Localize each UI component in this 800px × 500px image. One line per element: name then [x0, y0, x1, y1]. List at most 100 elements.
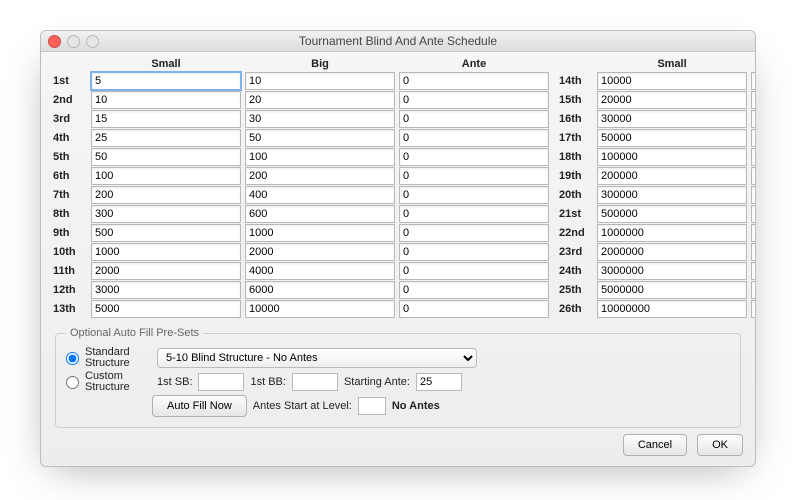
- level-row: 17th: [559, 129, 756, 147]
- ante-input[interactable]: [399, 281, 549, 299]
- small-input[interactable]: [597, 110, 747, 128]
- big-input[interactable]: [751, 243, 756, 261]
- ante-input[interactable]: [399, 224, 549, 242]
- big-input[interactable]: [245, 110, 395, 128]
- big-input[interactable]: [245, 205, 395, 223]
- level-row: 8th: [53, 205, 551, 223]
- big-input[interactable]: [245, 262, 395, 280]
- first-sb-input[interactable]: [198, 373, 244, 391]
- small-input[interactable]: [91, 129, 241, 147]
- small-input[interactable]: [597, 262, 747, 280]
- standard-structure-radio[interactable]: [66, 352, 79, 365]
- ante-input[interactable]: [399, 243, 549, 261]
- ante-input[interactable]: [399, 91, 549, 109]
- minimize-icon[interactable]: [67, 35, 80, 48]
- small-input[interactable]: [91, 110, 241, 128]
- big-input[interactable]: [245, 300, 395, 318]
- first-bb-label: 1st BB:: [250, 376, 285, 388]
- cancel-button[interactable]: Cancel: [623, 434, 687, 456]
- level-label: 6th: [53, 170, 89, 182]
- small-input[interactable]: [91, 72, 241, 90]
- big-input[interactable]: [245, 224, 395, 242]
- big-input[interactable]: [751, 224, 756, 242]
- small-input[interactable]: [91, 281, 241, 299]
- small-input[interactable]: [91, 205, 241, 223]
- level-label: 22nd: [559, 227, 595, 239]
- small-input[interactable]: [597, 205, 747, 223]
- big-input[interactable]: [751, 186, 756, 204]
- big-input[interactable]: [751, 91, 756, 109]
- small-input[interactable]: [91, 167, 241, 185]
- big-input[interactable]: [751, 129, 756, 147]
- dialog-window: Tournament Blind And Ante Schedule Small…: [40, 30, 756, 467]
- level-label: 13th: [53, 303, 89, 315]
- small-input[interactable]: [91, 186, 241, 204]
- small-input[interactable]: [597, 243, 747, 261]
- big-input[interactable]: [245, 72, 395, 90]
- structure-select[interactable]: 5-10 Blind Structure - No Antes: [157, 348, 477, 368]
- small-input[interactable]: [91, 91, 241, 109]
- small-input[interactable]: [91, 148, 241, 166]
- small-input[interactable]: [91, 224, 241, 242]
- big-input[interactable]: [245, 167, 395, 185]
- level-label: 14th: [559, 75, 595, 87]
- big-input[interactable]: [751, 300, 756, 318]
- ok-button[interactable]: OK: [697, 434, 743, 456]
- big-input[interactable]: [751, 262, 756, 280]
- small-input[interactable]: [91, 243, 241, 261]
- ante-input[interactable]: [399, 167, 549, 185]
- big-input[interactable]: [751, 110, 756, 128]
- big-input[interactable]: [245, 148, 395, 166]
- small-input[interactable]: [597, 300, 747, 318]
- small-input[interactable]: [597, 91, 747, 109]
- level-label: 10th: [53, 246, 89, 258]
- ante-input[interactable]: [399, 262, 549, 280]
- big-input[interactable]: [245, 243, 395, 261]
- small-input[interactable]: [597, 148, 747, 166]
- starting-ante-input[interactable]: [416, 373, 462, 391]
- ante-input[interactable]: [399, 205, 549, 223]
- no-antes-label: No Antes: [392, 400, 440, 412]
- level-row: 12th: [53, 281, 551, 299]
- ante-input[interactable]: [399, 129, 549, 147]
- level-row: 16th: [559, 110, 756, 128]
- close-icon[interactable]: [48, 35, 61, 48]
- first-bb-input[interactable]: [292, 373, 338, 391]
- small-input[interactable]: [597, 167, 747, 185]
- big-input[interactable]: [751, 167, 756, 185]
- big-input[interactable]: [245, 186, 395, 204]
- level-label: 4th: [53, 132, 89, 144]
- level-label: 1st: [53, 75, 89, 87]
- auto-fill-button[interactable]: Auto Fill Now: [152, 395, 247, 417]
- small-input[interactable]: [597, 72, 747, 90]
- big-input[interactable]: [245, 129, 395, 147]
- big-input[interactable]: [245, 281, 395, 299]
- custom-structure-radio[interactable]: [66, 376, 79, 389]
- antes-start-input[interactable]: [358, 397, 386, 415]
- ante-input[interactable]: [399, 110, 549, 128]
- ante-input[interactable]: [399, 148, 549, 166]
- level-row: 23rd: [559, 243, 756, 261]
- ante-input[interactable]: [399, 72, 549, 90]
- small-input[interactable]: [91, 262, 241, 280]
- big-input[interactable]: [751, 148, 756, 166]
- small-input[interactable]: [597, 281, 747, 299]
- small-input[interactable]: [597, 224, 747, 242]
- level-label: 8th: [53, 208, 89, 220]
- small-input[interactable]: [597, 129, 747, 147]
- big-input[interactable]: [751, 72, 756, 90]
- level-row: 26th: [559, 300, 756, 318]
- small-input[interactable]: [597, 186, 747, 204]
- big-input[interactable]: [751, 281, 756, 299]
- col-ante: Ante: [397, 58, 551, 70]
- big-input[interactable]: [751, 205, 756, 223]
- big-input[interactable]: [245, 91, 395, 109]
- ante-input[interactable]: [399, 300, 549, 318]
- ante-input[interactable]: [399, 186, 549, 204]
- titlebar: Tournament Blind And Ante Schedule: [41, 31, 755, 52]
- level-row: 24th: [559, 262, 756, 280]
- first-sb-label: 1st SB:: [157, 376, 192, 388]
- level-row: 21st: [559, 205, 756, 223]
- small-input[interactable]: [91, 300, 241, 318]
- zoom-icon[interactable]: [86, 35, 99, 48]
